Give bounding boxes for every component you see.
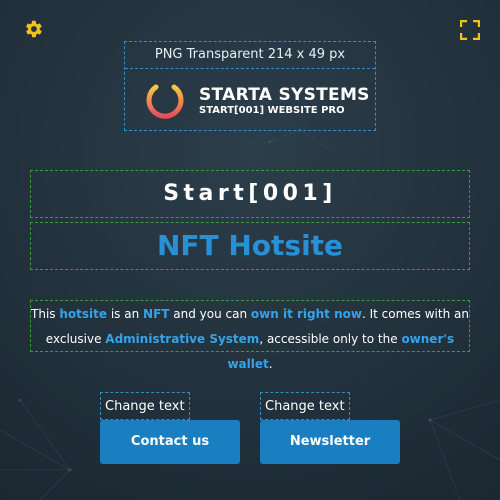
description-text: and you can xyxy=(169,307,251,321)
expand-icon[interactable] xyxy=(459,19,481,41)
power-icon xyxy=(146,78,184,119)
description-text: . xyxy=(268,357,273,371)
logo: STARTA SYSTEMS START[001] WEBSITE PRO xyxy=(141,76,369,125)
highlight-hotsite: hotsite xyxy=(59,307,108,321)
change-text-newsletter[interactable]: Change text xyxy=(260,392,350,420)
highlight-admin-system: Administrative System xyxy=(105,332,260,346)
newsletter-button[interactable]: Newsletter xyxy=(260,420,400,464)
brand-subtitle: START[001] WEBSITE PRO xyxy=(199,105,345,116)
logo-placeholder[interactable]: PNG Transparent 214 x 49 px STARTA SYSTE… xyxy=(124,41,376,131)
page-title: Start[001] xyxy=(163,181,337,206)
description-text: , accessible only to the xyxy=(259,332,402,346)
logo-caption: PNG Transparent 214 x 49 px xyxy=(125,42,375,69)
description-block[interactable]: This hotsite is an NFT and you can own i… xyxy=(30,300,470,371)
highlight-own-it: own it right now xyxy=(250,307,362,321)
gear-icon[interactable] xyxy=(22,18,44,40)
description-text: This xyxy=(31,307,60,321)
brand-name: STARTA SYSTEMS xyxy=(199,85,370,105)
headline-block[interactable]: NFT Hotsite xyxy=(30,222,470,270)
description-text: is an xyxy=(107,307,144,321)
change-text-contact[interactable]: Change text xyxy=(100,392,190,420)
title-block[interactable]: Start[001] xyxy=(30,170,470,218)
contact-us-button[interactable]: Contact us xyxy=(100,420,240,464)
highlight-nft: NFT xyxy=(143,307,170,321)
headline: NFT Hotsite xyxy=(156,229,344,262)
